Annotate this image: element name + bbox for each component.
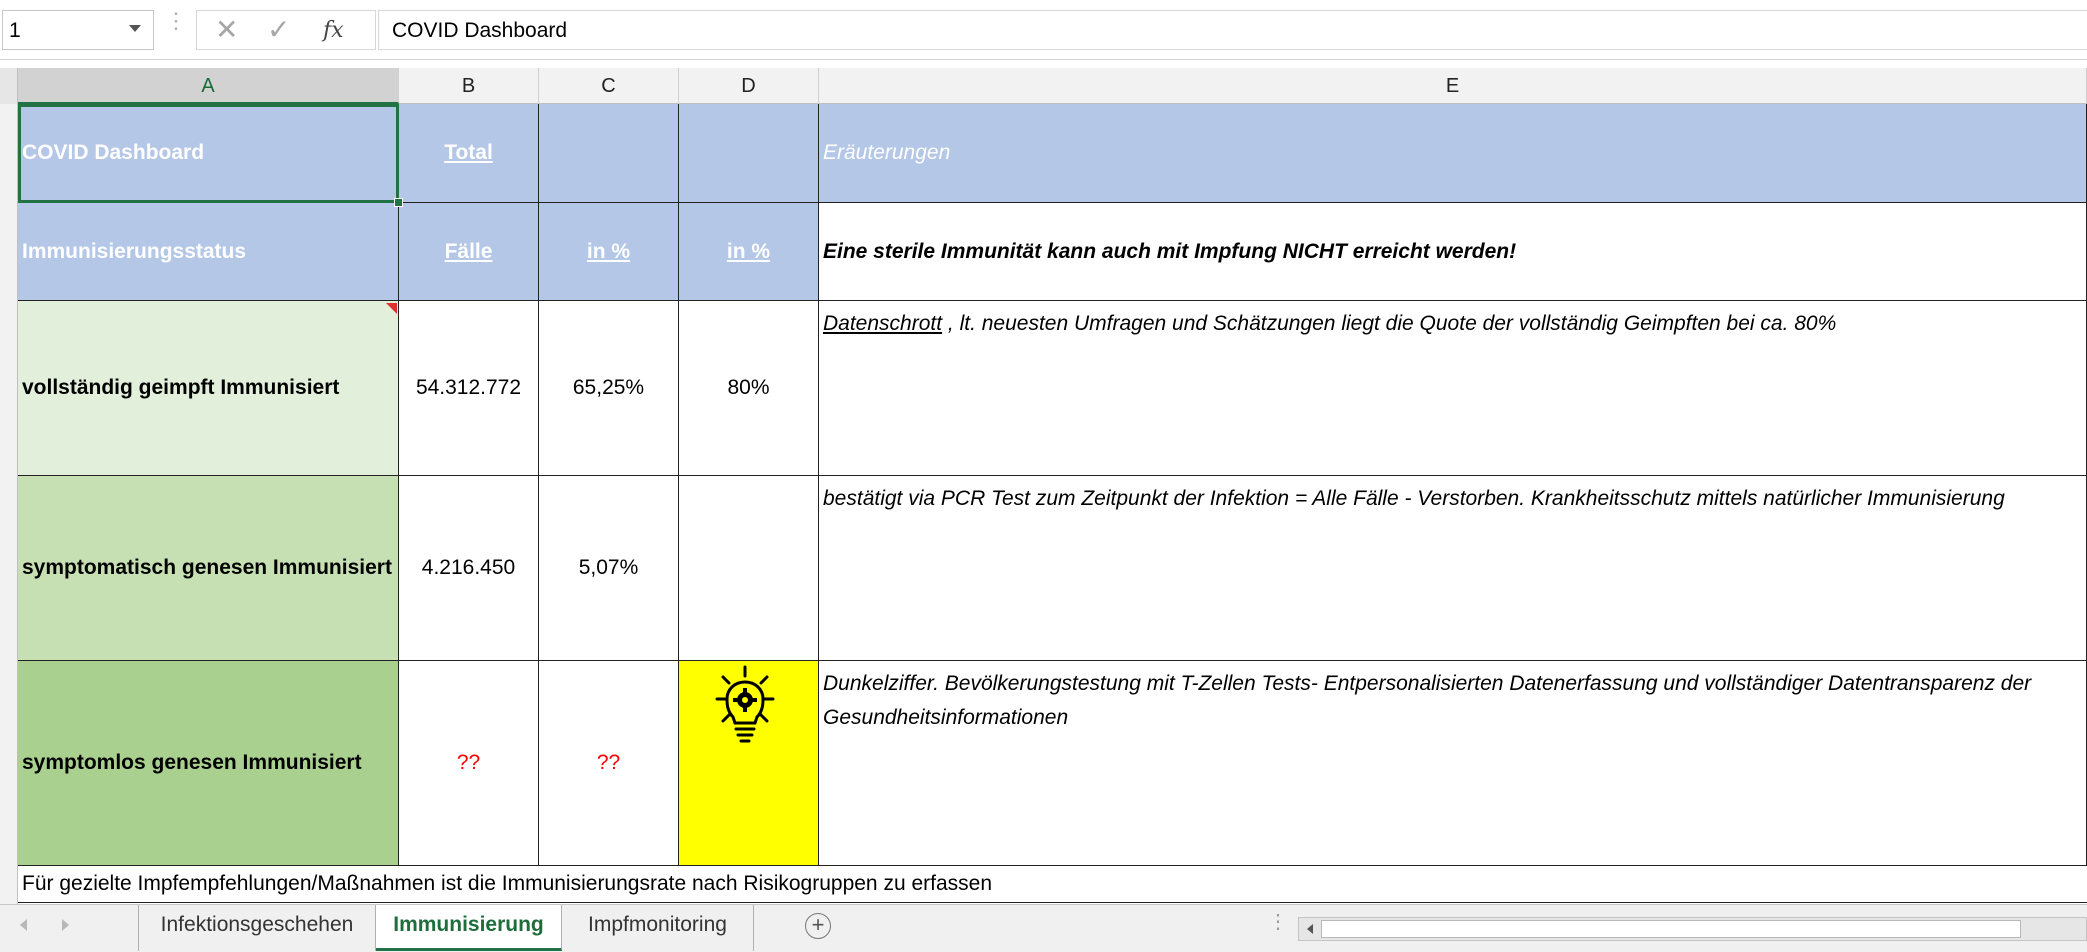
tab-immunisierung[interactable]: Immunisierung — [376, 905, 562, 951]
percent-vaccinated: 65,25% — [572, 376, 645, 399]
cell-c5[interactable]: ?? — [539, 661, 679, 866]
cell-c2[interactable]: in % — [539, 203, 679, 301]
select-all-corner[interactable] — [0, 68, 18, 104]
percent-asymptomatic: ?? — [596, 751, 621, 774]
note-symptomatic: bestätigt via PCR Test zum Zeitpunkt der… — [823, 487, 2005, 510]
scrollbar-thumb[interactable] — [1321, 920, 2021, 938]
lightbulb-gear-icon — [715, 665, 775, 743]
name-box[interactable]: 1 — [2, 10, 154, 50]
cell-b4[interactable]: 4.216.450 — [399, 476, 539, 661]
formula-buttons: ✕ ✓ fx — [196, 10, 376, 50]
chevron-left-icon[interactable] — [20, 919, 27, 931]
percent-header-c: in % — [586, 239, 631, 263]
sheet-tab-bar: Infektionsgeschehen Immunisierung Impfmo… — [0, 904, 2087, 952]
cell-b2[interactable]: Fälle — [399, 203, 539, 301]
cell-a5[interactable]: symptomlos genesen Immunisiert — [18, 661, 399, 866]
cases-header: Fälle — [444, 239, 493, 263]
column-header-d[interactable]: D — [679, 68, 819, 104]
sterile-immunity-note: Eine sterile Immunität kann auch mit Imp… — [823, 239, 1517, 263]
cell-d1[interactable] — [679, 104, 819, 203]
formula-input[interactable]: COVID Dashboard — [378, 10, 2087, 50]
percent-symptomatic: 5,07% — [578, 556, 639, 579]
cell-c3[interactable]: 65,25% — [539, 301, 679, 476]
cell-e1[interactable]: Eräuterungen — [819, 104, 2087, 203]
name-box-value: 1 — [9, 19, 21, 42]
column-header-a[interactable]: A — [18, 68, 399, 104]
cases-vaccinated: 54.312.772 — [415, 376, 522, 399]
column-header-b[interactable]: B — [399, 68, 539, 104]
cell-b3[interactable]: 54.312.772 — [399, 301, 539, 476]
fill-handle[interactable] — [394, 198, 403, 207]
column-header-e[interactable]: E — [819, 68, 2087, 104]
note-link-datenschrott[interactable]: Datenschrott — [823, 312, 942, 335]
row-label-asymptomatic: symptomlos genesen Immunisiert — [22, 751, 362, 774]
formula-content: COVID Dashboard — [392, 19, 568, 42]
cell-a1[interactable]: COVID Dashboard — [18, 104, 399, 203]
row-header-column — [0, 104, 18, 904]
grip-dots-icon: ⋮ — [1268, 911, 1288, 933]
cell-a3[interactable]: vollständig geimpft Immunisiert — [18, 301, 399, 476]
tab-impfmonitoring[interactable]: Impfmonitoring — [562, 905, 754, 951]
add-sheet-icon[interactable]: + — [805, 913, 831, 939]
percent-header-d: in % — [726, 239, 771, 263]
cell-b5[interactable]: ?? — [399, 661, 539, 866]
note-vaccinated-text: , lt. neuesten Umfragen und Schätzungen … — [942, 312, 1837, 335]
column-header-c[interactable]: C — [539, 68, 679, 104]
cell-e3[interactable]: Datenschrott , lt. neuesten Umfragen und… — [819, 301, 2087, 476]
scroll-left-icon[interactable] — [1307, 924, 1313, 934]
cell-e4[interactable]: bestätigt via PCR Test zum Zeitpunkt der… — [819, 476, 2087, 661]
cell-d5[interactable] — [679, 661, 819, 866]
formula-bar: 1 ⋮ ✕ ✓ fx COVID Dashboard — [0, 0, 2087, 60]
total-header: Total — [444, 141, 493, 164]
estimated-percent-symptomatic — [679, 476, 818, 660]
tab-infektionsgeschehen[interactable]: Infektionsgeschehen — [138, 905, 376, 951]
cancel-icon[interactable]: ✕ — [215, 14, 238, 46]
cases-symptomatic: 4.216.450 — [421, 556, 516, 579]
estimated-percent-vaccinated: 80% — [727, 376, 770, 399]
note-asymptomatic: Dunkelziffer. Bevölkerungstestung mit T-… — [823, 672, 2032, 729]
cell-d4[interactable] — [679, 476, 819, 661]
cell-c4[interactable]: 5,07% — [539, 476, 679, 661]
chevron-down-icon[interactable] — [129, 25, 141, 32]
checkmark-icon[interactable]: ✓ — [267, 14, 290, 46]
cell-c1[interactable] — [539, 104, 679, 203]
row-label-symptomatic: symptomatisch genesen Immunisiert — [22, 556, 392, 579]
cell-a4[interactable]: symptomatisch genesen Immunisiert — [18, 476, 399, 661]
comment-indicator-icon[interactable] — [386, 303, 397, 314]
footer-note-row[interactable]: Für gezielte Impfempfehlungen/Maßnahmen … — [18, 866, 2087, 903]
cell-e5[interactable]: Dunkelziffer. Bevölkerungstestung mit T-… — [819, 661, 2087, 866]
row-label-vaccinated: vollständig geimpft Immunisiert — [22, 376, 340, 399]
column-header-row: A B C D E — [0, 68, 2087, 104]
cell-d2[interactable]: in % — [679, 203, 819, 301]
explanations-header: Eräuterungen — [823, 141, 951, 164]
cell-d3[interactable]: 80% — [679, 301, 819, 476]
cases-asymptomatic: ?? — [456, 751, 481, 774]
grip-dots-icon: ⋮ — [165, 8, 187, 33]
cell-b1[interactable]: Total — [399, 104, 539, 203]
cell-a2[interactable]: Immunisierungsstatus — [18, 203, 399, 301]
immunization-status-header: Immunisierungsstatus — [22, 239, 247, 263]
note-vaccinated: Datenschrott , lt. neuesten Umfragen und… — [819, 301, 2086, 475]
chevron-right-icon[interactable] — [62, 919, 69, 931]
cell-e2[interactable]: Eine sterile Immunität kann auch mit Imp… — [819, 203, 2087, 301]
horizontal-scrollbar[interactable] — [1298, 917, 2087, 941]
footer-note: Für gezielte Impfempfehlungen/Maßnahmen … — [22, 872, 992, 895]
dashboard-title: COVID Dashboard — [22, 141, 205, 164]
insert-function-icon[interactable]: fx — [323, 15, 344, 47]
